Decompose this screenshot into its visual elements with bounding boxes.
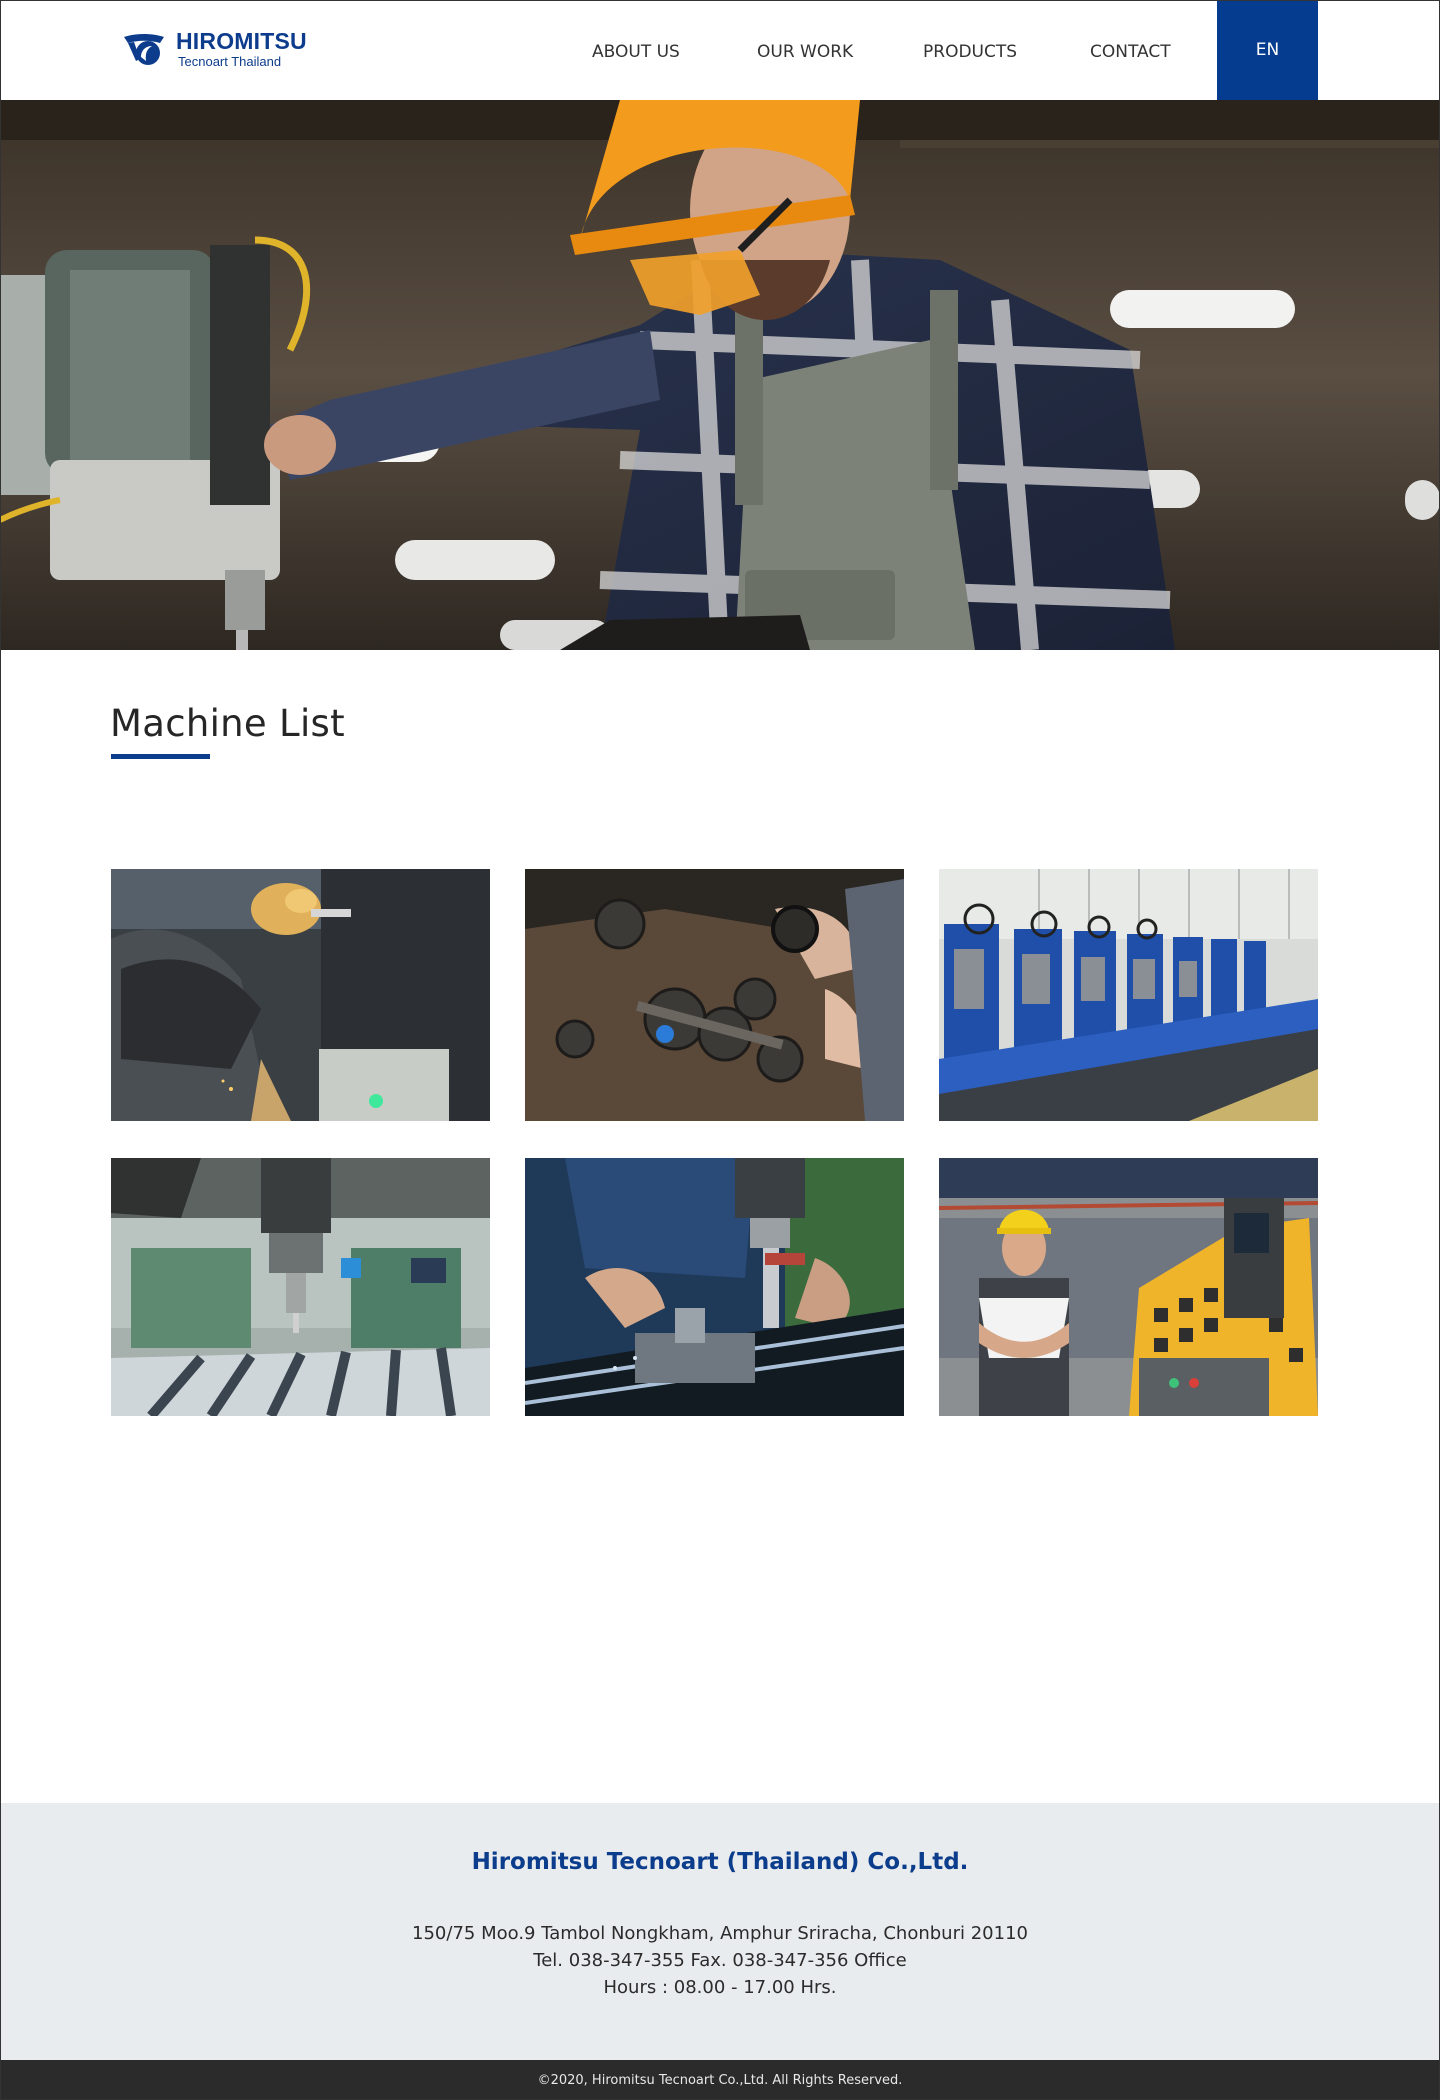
nav-products[interactable]: PRODUCTS	[923, 42, 1017, 62]
logo-subtitle: Tecnoart Thailand	[178, 54, 282, 69]
nav-our-work[interactable]: OUR WORK	[757, 42, 853, 62]
gallery-image-5[interactable]	[525, 1158, 904, 1416]
footer-phone: Tel. 038-347-355 Fax. 038-347-356 Office	[533, 1950, 907, 1971]
gallery-image-6[interactable]	[939, 1158, 1318, 1416]
copyright-text: ©2020, Hiromitsu Tecnoart Co.,Ltd. All R…	[537, 2072, 903, 2088]
logo-name: HIROMITSU	[176, 28, 307, 54]
site-footer: Hiromitsu Tecnoart (Thailand) Co.,Ltd. 1…	[0, 1803, 1440, 2060]
footer-hours: Hours : 08.00 - 17.00 Hrs.	[603, 1977, 837, 1998]
company-logo[interactable]: HIROMITSU Tecnoart Thailand	[122, 30, 307, 68]
page-title: Machine List	[110, 702, 345, 745]
language-button[interactable]: EN	[1217, 0, 1318, 100]
title-underline	[111, 754, 210, 759]
footer-address: 150/75 Moo.9 Tambol Nongkham, Amphur Sri…	[412, 1923, 1028, 1944]
gallery-image-1[interactable]	[111, 869, 490, 1121]
gallery-image-3[interactable]	[939, 869, 1318, 1121]
nav-about-us[interactable]: ABOUT US	[592, 42, 680, 62]
gallery-image-4[interactable]	[111, 1158, 490, 1416]
logo-mark-icon	[124, 34, 164, 65]
hero-image	[0, 100, 1440, 650]
footer-company-name: Hiromitsu Tecnoart (Thailand) Co.,Ltd.	[471, 1849, 969, 1875]
site-header: HIROMITSU Tecnoart Thailand ABOUT US OUR…	[0, 0, 1440, 100]
nav-contact[interactable]: CONTACT	[1090, 42, 1171, 62]
gallery-image-2[interactable]	[525, 869, 904, 1121]
copyright-bar: ©2020, Hiromitsu Tecnoart Co.,Ltd. All R…	[0, 2060, 1440, 2100]
